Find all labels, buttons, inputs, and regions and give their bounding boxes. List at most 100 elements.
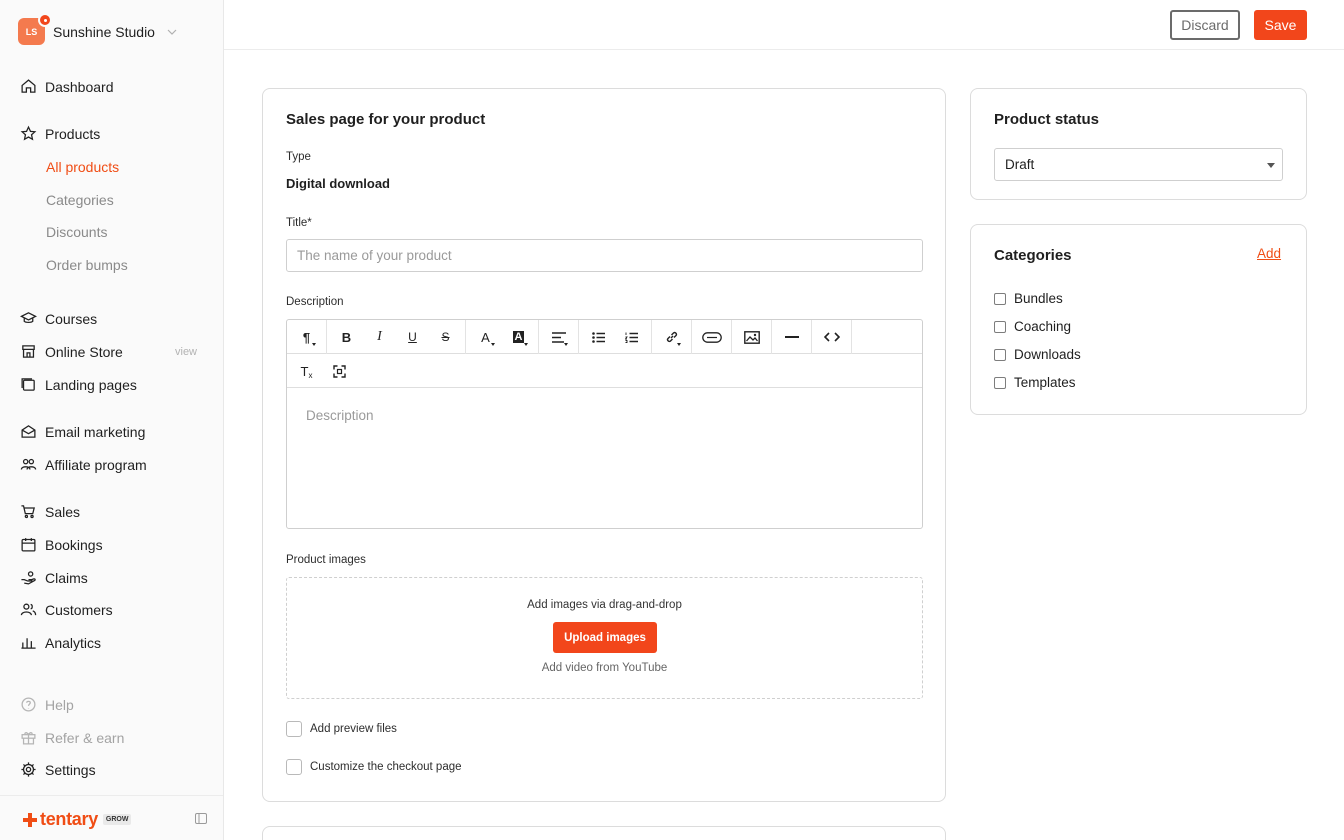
insert-button-button[interactable] (695, 320, 728, 354)
sidebar-item-label: Customers (45, 601, 113, 618)
product-status-title: Product status (994, 111, 1100, 128)
fullscreen-icon (333, 364, 346, 378)
preview-files-checkbox[interactable] (286, 721, 302, 737)
graduation-cap-icon (20, 312, 37, 324)
toolbar-group-hr (772, 320, 812, 354)
category-checkbox[interactable] (994, 348, 1006, 361)
brand-name: tentary (40, 809, 98, 829)
description-label: Description (286, 296, 344, 308)
numbered-list-icon (625, 332, 638, 343)
save-button[interactable]: Save (1254, 10, 1307, 40)
sidebar-item-dashboard[interactable]: Dashboard (20, 78, 114, 95)
toolbar-group-button (692, 320, 732, 354)
category-item-templates[interactable]: Templates (994, 375, 1076, 390)
upload-images-button[interactable]: Upload images (553, 622, 657, 653)
italic-button[interactable]: I (363, 320, 396, 354)
description-editor-area[interactable]: Description (306, 408, 374, 423)
sidebar-item-courses[interactable]: Courses (20, 310, 97, 327)
strikethrough-icon: S (441, 330, 450, 344)
discard-button[interactable]: Discard (1170, 10, 1240, 40)
home-icon (21, 79, 36, 93)
sidebar-item-sales[interactable]: Sales (20, 503, 80, 520)
category-checkbox[interactable] (994, 376, 1006, 389)
font-color-button[interactable]: A (469, 320, 502, 354)
category-item-coaching[interactable]: Coaching (994, 319, 1071, 334)
bullet-list-button[interactable] (582, 320, 615, 354)
sidebar-item-all-products[interactable]: All products (46, 159, 119, 175)
tentary-logo-icon (23, 812, 37, 827)
category-checkbox[interactable] (994, 292, 1006, 305)
preview-files-checkbox-row[interactable]: Add preview files (286, 721, 397, 737)
horizontal-rule-button[interactable] (775, 320, 808, 354)
sidebar-item-analytics[interactable]: Analytics (20, 634, 101, 651)
users-group-icon (20, 458, 37, 470)
sales-page-title: Sales page for your product (286, 111, 486, 128)
highlight-icon: A (512, 331, 525, 343)
sidebar-item-help[interactable]: Help (20, 696, 74, 713)
sidebar-item-label: Claims (45, 569, 88, 586)
sidebar: LS Sunshine Studio Dashboard Products Al… (0, 0, 224, 840)
sidebar-item-label: Settings (45, 761, 96, 778)
paragraph-format-button[interactable]: ¶ (290, 320, 323, 354)
sidebar-item-email-marketing[interactable]: Email marketing (20, 423, 145, 440)
store-switcher[interactable]: LS Sunshine Studio (18, 13, 177, 45)
gift-icon (21, 732, 36, 745)
sidebar-item-label: Refer & earn (45, 729, 125, 746)
collapse-sidebar-icon[interactable] (195, 813, 207, 824)
title-label: Title* (286, 217, 312, 229)
product-status-select[interactable]: Draft (994, 148, 1283, 181)
clear-format-button[interactable]: Tx (290, 354, 323, 388)
numbered-list-button[interactable] (615, 320, 648, 354)
sidebar-item-discounts[interactable]: Discounts (46, 224, 107, 240)
sidebar-item-label: Sales (45, 503, 81, 520)
sidebar-item-label: Courses (45, 310, 98, 327)
title-input[interactable] (286, 239, 923, 272)
online-store-view-link[interactable]: view (175, 346, 197, 358)
category-item-downloads[interactable]: Downloads (994, 347, 1081, 362)
sidebar-item-settings[interactable]: Settings (20, 761, 96, 778)
underline-button[interactable]: U (396, 320, 429, 354)
customize-checkout-checkbox[interactable] (286, 759, 302, 775)
add-category-link[interactable]: Add (1257, 246, 1281, 261)
status-selected-value: Draft (1005, 157, 1035, 172)
sidebar-item-refer-earn[interactable]: Refer & earn (20, 729, 124, 746)
paragraph-icon: ¶ (302, 329, 311, 345)
sidebar-item-categories[interactable]: Categories (46, 192, 114, 208)
code-view-button[interactable] (815, 320, 848, 354)
sidebar-item-online-store[interactable]: Online Store (20, 343, 123, 360)
sidebar-item-bookings[interactable]: Bookings (20, 536, 103, 553)
sales-page-card: Sales page for your product Type Digital… (262, 88, 946, 802)
sidebar-item-label: Bookings (45, 536, 103, 553)
star-icon (20, 125, 37, 141)
sidebar-item-affiliate-program[interactable]: Affiliate program (20, 456, 147, 473)
sidebar-item-customers[interactable]: Customers (20, 601, 113, 618)
product-status-card: Product status Draft (970, 88, 1307, 200)
store-avatar: LS (18, 13, 52, 45)
youtube-video-link[interactable]: Add video from YouTube (287, 662, 922, 674)
strikethrough-button[interactable]: S (429, 320, 462, 354)
sidebar-item-products[interactable]: Products (20, 125, 100, 142)
insert-link-button[interactable] (655, 320, 688, 354)
insert-image-button[interactable] (735, 320, 768, 354)
bold-button[interactable]: B (330, 320, 363, 354)
sidebar-item-landing-pages[interactable]: Landing pages (20, 376, 137, 393)
highlight-color-button[interactable]: A (502, 320, 535, 354)
category-checkbox[interactable] (994, 320, 1006, 333)
toolbar-group-color: A A (466, 320, 539, 354)
toolbar-group-link (652, 320, 692, 354)
description-editor: ¶ B I U S A A T x Description (286, 319, 923, 529)
sidebar-item-order-bumps[interactable]: Order bumps (46, 257, 128, 273)
type-value: Digital download (286, 176, 390, 191)
category-label: Templates (1014, 375, 1076, 390)
align-button[interactable] (542, 320, 575, 354)
category-label: Coaching (1014, 319, 1072, 334)
category-item-bundles[interactable]: Bundles (994, 291, 1063, 306)
fullscreen-button[interactable] (323, 354, 356, 388)
sidebar-item-claims[interactable]: Claims (20, 569, 88, 586)
category-label: Downloads (1014, 347, 1081, 362)
next-section-card (262, 826, 946, 840)
customize-checkout-checkbox-row[interactable]: Customize the checkout page (286, 759, 462, 775)
sidebar-item-label: Dashboard (45, 78, 114, 95)
notification-dot (38, 13, 52, 27)
image-dropzone[interactable]: Add images via drag-and-drop Upload imag… (286, 577, 923, 699)
